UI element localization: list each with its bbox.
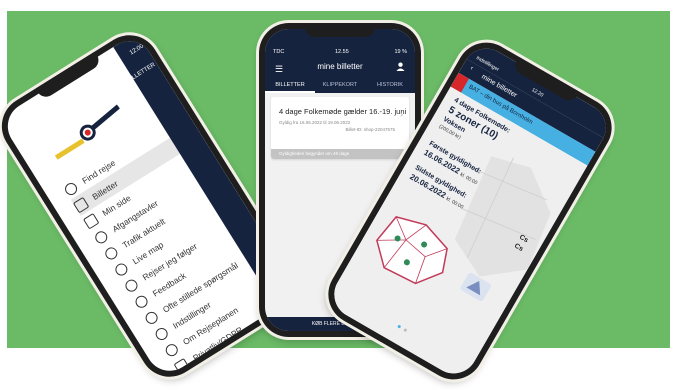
bell-icon	[122, 276, 140, 294]
status-battery: 19 %	[394, 49, 407, 55]
tab-klippekort[interactable]: KLIPPEKORT	[315, 79, 365, 93]
ticket-id: Billet-ID: shop-22047675	[345, 127, 395, 132]
chevron-right-icon: ›	[400, 109, 403, 119]
grid-icon	[82, 212, 100, 230]
side-panel-time: 12:00	[128, 43, 145, 57]
back-arrow-icon[interactable]: ‹	[469, 65, 475, 72]
ticket-title: 4 dage Folkemøde gælder 16.-19. juni	[279, 107, 407, 116]
status-time: 12.55	[335, 49, 349, 55]
tab-historik[interactable]: HISTORIK	[365, 79, 415, 93]
tab-billetter[interactable]: BILLETTER	[265, 79, 315, 93]
page-dot	[403, 328, 408, 333]
ticket-card[interactable]: 4 dage Folkemøde gælder 16.-19. juni Gyl…	[271, 97, 409, 159]
map-pin-icon	[112, 260, 130, 278]
warning-icon	[102, 244, 120, 262]
clock-icon	[92, 228, 110, 246]
user-icon[interactable]	[396, 62, 405, 71]
ticket-icon	[72, 196, 90, 213]
page-dot-active	[397, 324, 402, 329]
phone-notch	[305, 23, 375, 37]
ticket-status: Gyldigheden begynder om 49 dage	[279, 151, 350, 156]
status-carrier: TDC	[273, 49, 285, 55]
question-icon	[143, 309, 160, 326]
gear-icon	[153, 325, 170, 342]
app-header: ☰ mine billetter	[265, 59, 415, 79]
info-icon	[163, 341, 180, 358]
side-panel-label: BILLETTER	[126, 62, 157, 85]
search-icon	[62, 180, 80, 197]
chat-icon	[133, 293, 150, 310]
ticket-status-bar: Gyldigheden begynder om 49 dage	[271, 149, 409, 159]
tab-bar: BILLETTER KLIPPEKORT HISTORIK	[265, 79, 415, 93]
ticket-validity: Gyldig fra 16.06.2022 til 19.06.2022	[279, 120, 351, 125]
page-title: mine billetter	[317, 62, 363, 71]
